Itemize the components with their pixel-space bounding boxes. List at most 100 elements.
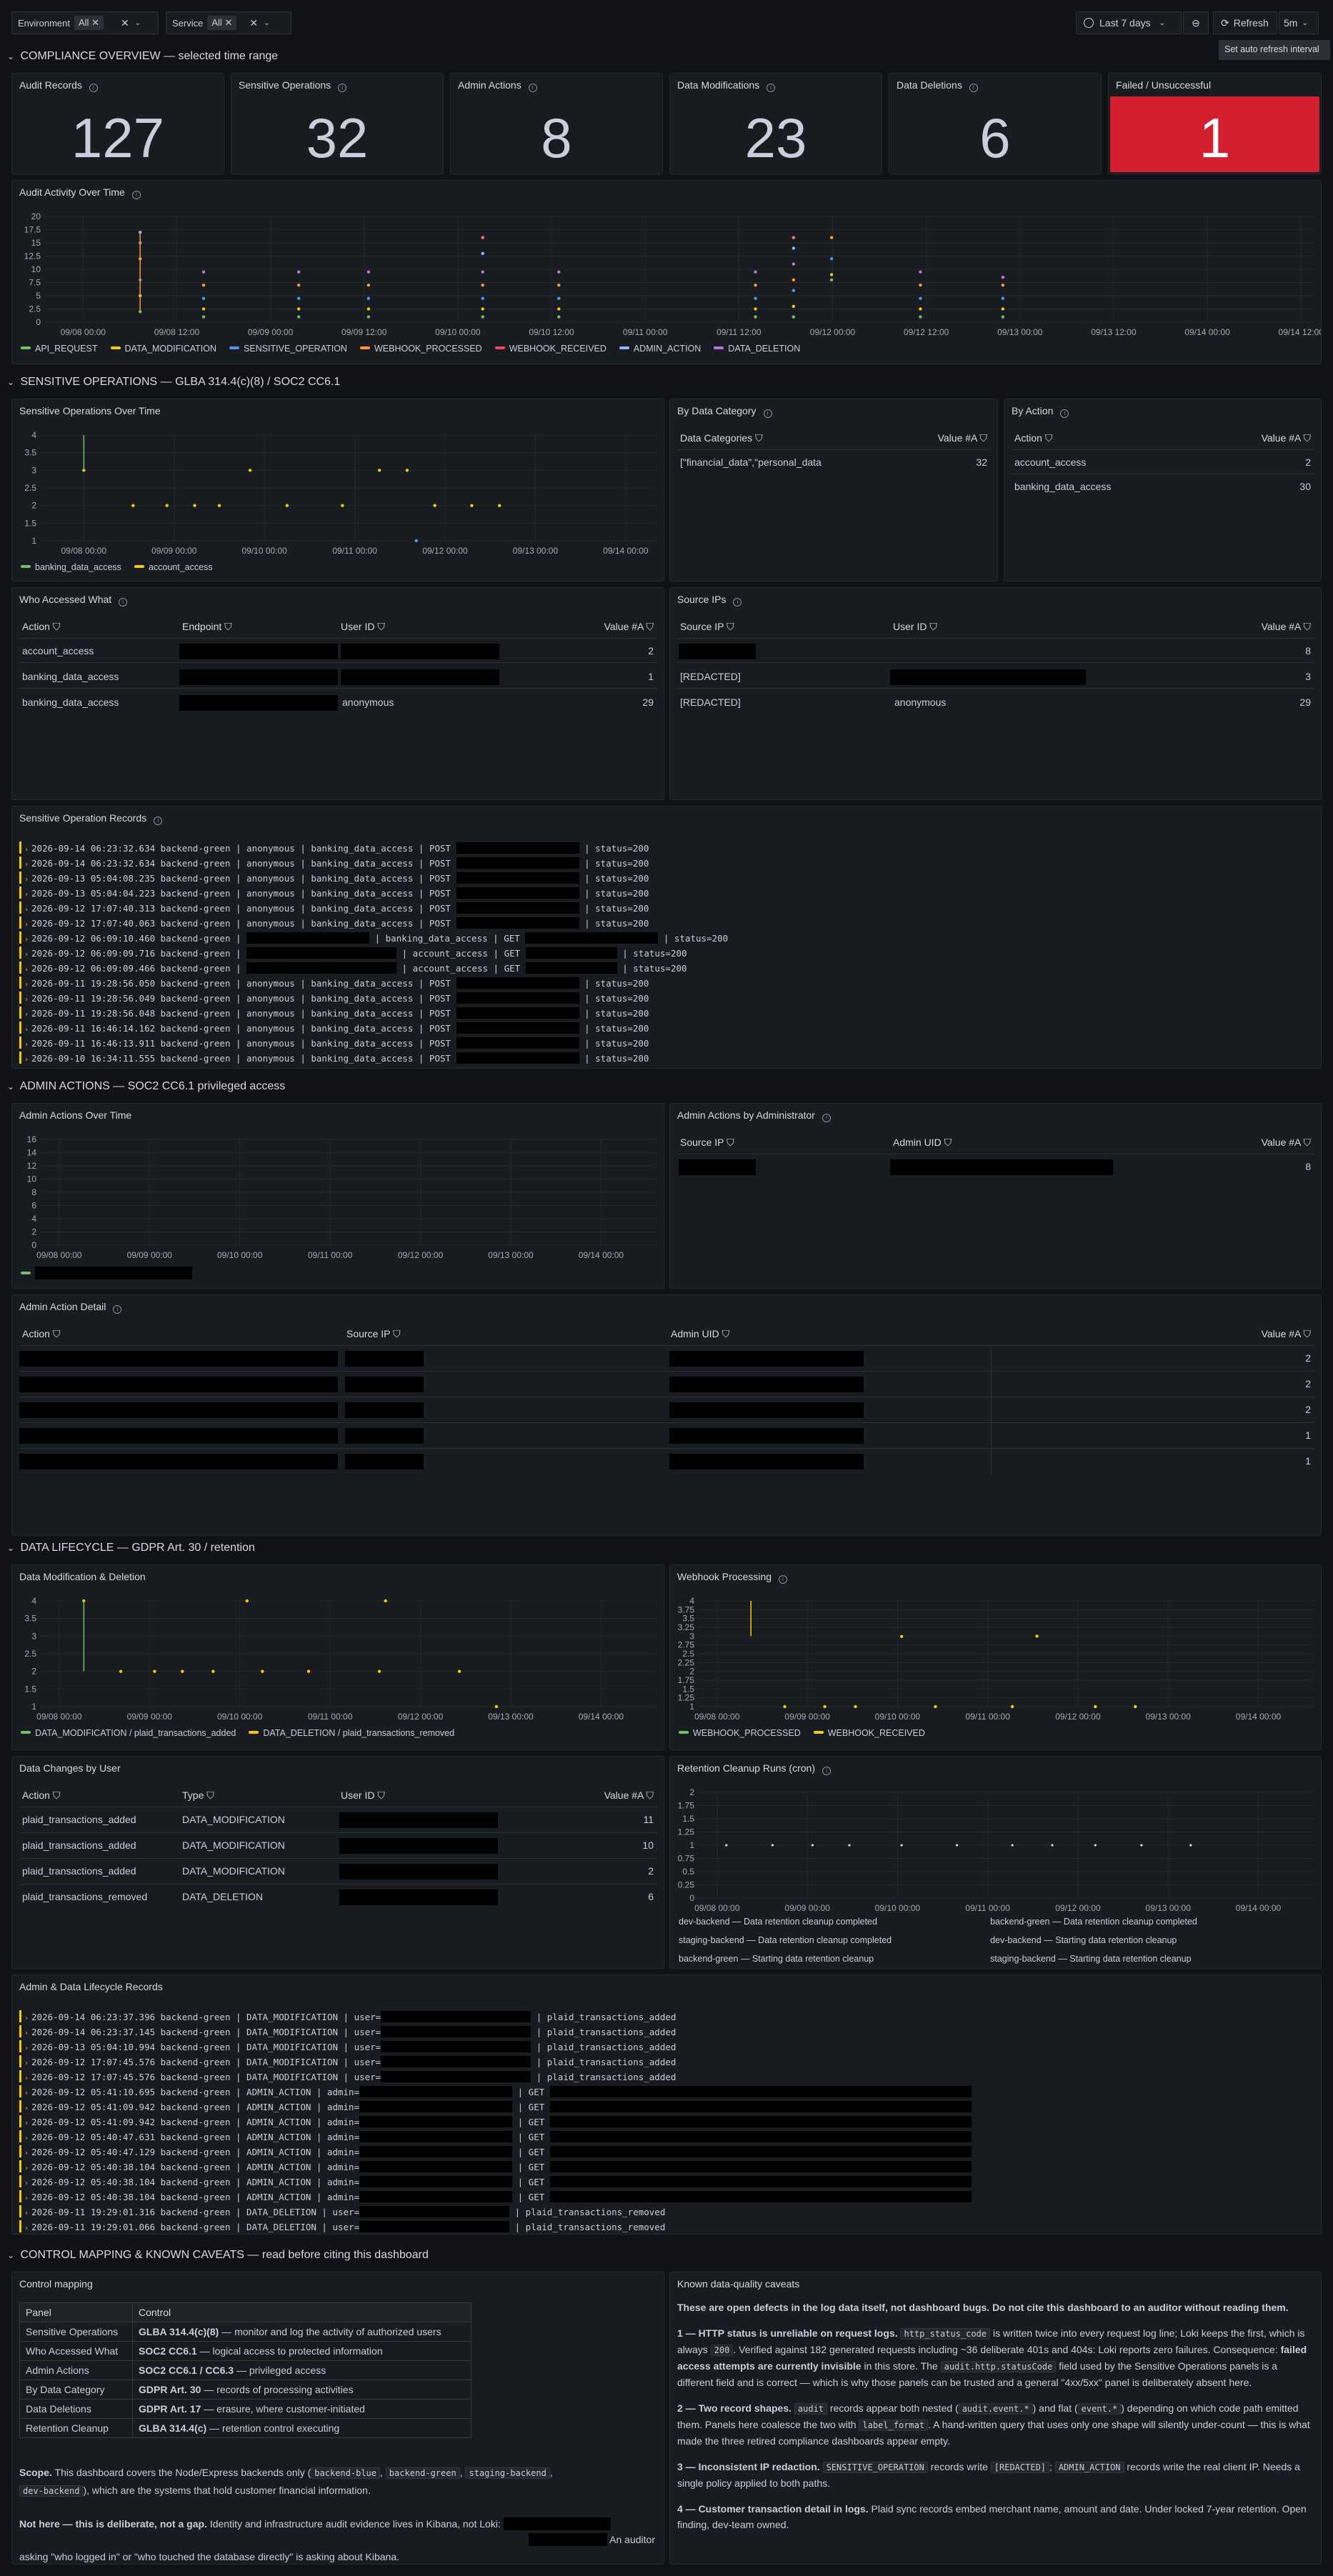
- data-point[interactable]: [306, 1669, 311, 1673]
- row-header-mapping[interactable]: ⌄ CONTROL MAPPING & KNOWN CAVEATS — read…: [7, 2249, 429, 2262]
- expand-icon[interactable]: ›: [24, 2165, 29, 2172]
- data-point[interactable]: [829, 257, 834, 261]
- expand-icon[interactable]: ›: [24, 2180, 29, 2187]
- data-point[interactable]: [297, 270, 301, 274]
- data-point[interactable]: [481, 296, 484, 300]
- data-point[interactable]: [201, 315, 206, 319]
- filter-icon[interactable]: ⛉: [755, 432, 763, 444]
- expand-icon[interactable]: ›: [24, 846, 29, 854]
- data-point[interactable]: [792, 278, 796, 281]
- log-line[interactable]: › 2026-09-12 17:07:40.063 backend-green |…: [19, 916, 649, 931]
- data-point[interactable]: [481, 315, 484, 319]
- legend-item[interactable]: dev-backend — Starting data retention cl…: [990, 1935, 1302, 1952]
- filter-icon[interactable]: ⛉: [53, 1789, 61, 1801]
- column-header-value[interactable]: Value #A ⛉: [1262, 432, 1311, 444]
- data-point[interactable]: [1094, 1704, 1097, 1709]
- data-point[interactable]: [1051, 1844, 1054, 1847]
- expand-icon[interactable]: ›: [24, 1056, 29, 1064]
- data-point[interactable]: [366, 270, 371, 274]
- legend-item[interactable]: DATA_MODIFICATION / plaid_transactions_a…: [21, 1728, 236, 1738]
- data-point[interactable]: [481, 251, 484, 255]
- log-line[interactable]: › 2026-09-12 05:40:38.104 backend-green |…: [19, 2190, 972, 2205]
- data-point[interactable]: [919, 315, 922, 319]
- legend-item[interactable]: DATA_DELETION: [714, 344, 800, 354]
- log-line[interactable]: › 2026-09-11 19:29:01.066 backend-green |…: [19, 2220, 665, 2234]
- data-point[interactable]: [1035, 1634, 1039, 1638]
- expand-icon[interactable]: ›: [24, 861, 29, 869]
- data-point[interactable]: [181, 1669, 184, 1673]
- data-point[interactable]: [481, 270, 484, 274]
- column-header-action[interactable]: Action ⛉: [1014, 432, 1052, 444]
- data-point[interactable]: [754, 315, 757, 319]
- legend-item[interactable]: staging-backend — Data retention cleanup…: [679, 1935, 990, 1952]
- filter-icon[interactable]: ⛉: [1304, 1137, 1312, 1148]
- filter-icon[interactable]: ⛉: [1304, 621, 1312, 632]
- data-point[interactable]: [792, 315, 796, 319]
- expand-icon[interactable]: ›: [24, 1011, 29, 1019]
- expand-icon[interactable]: ›: [24, 2195, 29, 2202]
- legend-item[interactable]: WEBHOOK_RECEIVED: [813, 1728, 925, 1738]
- expand-icon[interactable]: ›: [24, 966, 29, 974]
- legend-item[interactable]: banking_data_access: [21, 562, 121, 572]
- info-icon[interactable]: i: [113, 1305, 122, 1314]
- data-point[interactable]: [433, 504, 436, 507]
- refresh-interval-select[interactable]: 5m ⌄: [1279, 11, 1319, 34]
- log-line[interactable]: › 2026-09-14 06:23:32.634 backend-green |…: [19, 841, 649, 856]
- data-point[interactable]: [481, 284, 484, 287]
- data-point[interactable]: [377, 469, 381, 472]
- log-line[interactable]: › 2026-09-14 06:23:32.634 backend-green |…: [19, 856, 649, 871]
- data-point[interactable]: [557, 315, 561, 319]
- data-point[interactable]: [1094, 1844, 1097, 1847]
- legend-item[interactable]: WEBHOOK_PROCESSED: [679, 1728, 801, 1738]
- log-line[interactable]: › 2026-09-12 17:07:40.313 backend-green |…: [19, 901, 649, 916]
- data-point[interactable]: [919, 270, 922, 274]
- data-point[interactable]: [201, 307, 206, 311]
- log-line[interactable]: › 2026-09-12 05:40:38.104 backend-green |…: [19, 2175, 972, 2190]
- log-line[interactable]: › 2026-09-12 05:40:38.104 backend-green |…: [19, 2160, 972, 2175]
- info-icon[interactable]: i: [338, 84, 347, 92]
- data-point[interactable]: [1134, 1704, 1137, 1709]
- info-icon[interactable]: i: [154, 817, 163, 825]
- info-icon[interactable]: i: [89, 84, 98, 92]
- column-header-value[interactable]: Value #A ⛉: [938, 432, 987, 444]
- info-icon[interactable]: i: [767, 84, 776, 92]
- info-icon[interactable]: i: [1060, 409, 1069, 418]
- data-point[interactable]: [201, 270, 206, 274]
- expand-icon[interactable]: ›: [24, 2045, 29, 2052]
- info-icon[interactable]: i: [528, 84, 537, 92]
- expand-icon[interactable]: ›: [24, 891, 29, 899]
- column-header-value[interactable]: Value #A ⛉: [1262, 1137, 1311, 1149]
- data-point[interactable]: [848, 1844, 851, 1847]
- log-line[interactable]: › 2026-09-13 05:04:10.994 backend-green |…: [19, 2040, 676, 2055]
- column-header-action[interactable]: Action ⛉: [22, 1328, 60, 1340]
- data-point[interactable]: [1001, 296, 1005, 300]
- data-point[interactable]: [725, 1844, 728, 1847]
- data-point[interactable]: [245, 1599, 249, 1603]
- data-point[interactable]: [792, 289, 796, 292]
- data-point[interactable]: [829, 236, 834, 239]
- column-header-user-id[interactable]: User ID ⛉: [341, 621, 385, 633]
- log-line[interactable]: › 2026-09-11 19:28:56.048 backend-green |…: [19, 1006, 649, 1021]
- data-point[interactable]: [792, 262, 796, 266]
- data-point[interactable]: [153, 1669, 156, 1673]
- filter-icon[interactable]: ⛉: [944, 1137, 952, 1148]
- data-point[interactable]: [1001, 315, 1005, 319]
- data-point[interactable]: [1189, 1844, 1192, 1847]
- expand-icon[interactable]: ›: [24, 906, 29, 914]
- data-point[interactable]: [405, 469, 409, 472]
- column-header-user-id[interactable]: User ID ⛉: [341, 1789, 385, 1802]
- data-point[interactable]: [792, 304, 796, 308]
- info-icon[interactable]: i: [119, 598, 128, 606]
- column-header-endpoint[interactable]: Endpoint ⛉: [182, 621, 232, 633]
- column-header-value[interactable]: Value #A ⛉: [604, 621, 654, 633]
- filter-icon[interactable]: ⛉: [727, 621, 734, 632]
- data-point[interactable]: [285, 504, 289, 507]
- data-point[interactable]: [481, 307, 484, 311]
- data-point[interactable]: [248, 469, 252, 472]
- legend-item[interactable]: SENSITIVE_OPERATION: [229, 344, 347, 354]
- expand-icon[interactable]: ›: [24, 1026, 29, 1034]
- data-point[interactable]: [1001, 307, 1005, 311]
- filter-icon[interactable]: ⛉: [929, 621, 937, 632]
- data-point[interactable]: [557, 307, 561, 311]
- info-icon[interactable]: i: [733, 598, 742, 606]
